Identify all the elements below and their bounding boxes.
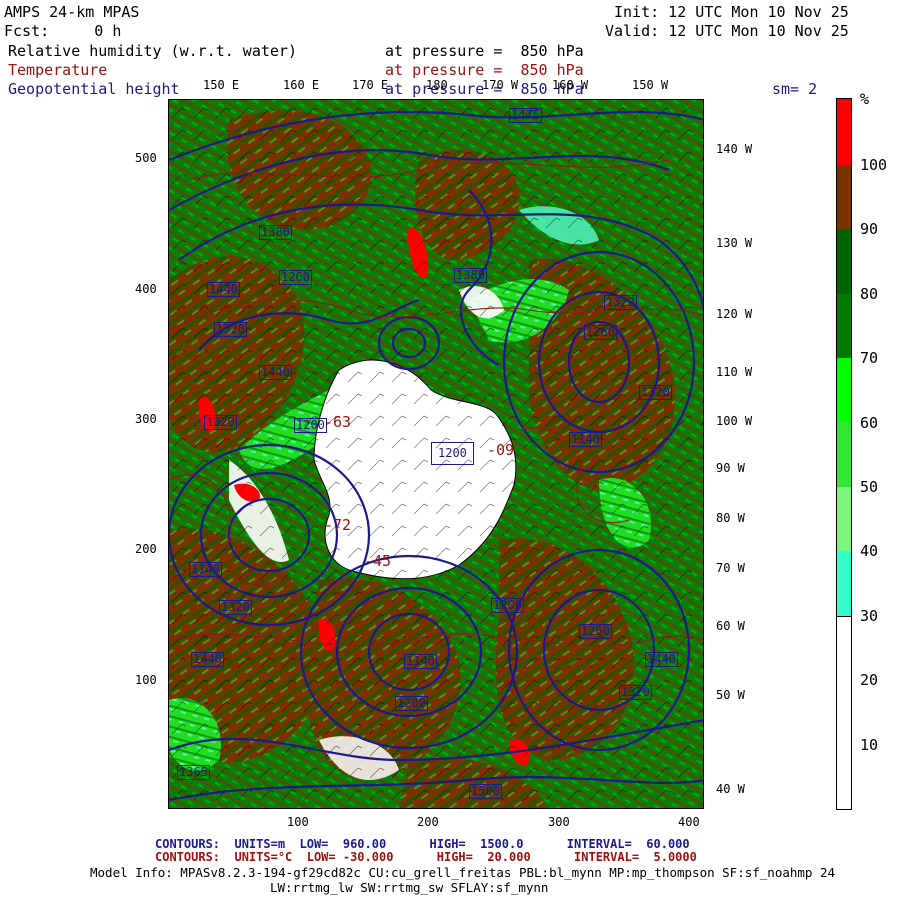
height-contour-label: 1380 [454,268,487,283]
temperature-label: -09 [487,441,515,459]
y-tick-label: 500 [135,151,157,165]
colorbar-label: 30 [860,607,879,625]
height-contour-label: 1260 [279,270,312,285]
colorbar-swatch-70 [837,294,851,358]
colorbar-swatch-40 [837,487,851,551]
init-time: Init: 12 UTC Mon 10 Nov 25 [614,3,849,21]
height-contour-label: 1200 [431,442,474,465]
height-contour-label: 1260 [579,624,612,639]
colorbar-label: 60 [860,414,879,432]
right-lon-label: 60 W [716,619,745,633]
right-lon-label: 40 W [716,782,745,796]
colorbar-label: 20 [860,671,879,689]
model-info: Model Info: MPASv8.2.3-194-gf29cd82c CU:… [90,865,836,880]
top-lon-label: 170 E [352,78,389,92]
colorbar-label: 80 [860,285,879,303]
height-contour-label: 1440 [207,282,240,297]
right-lon-label: 80 W [716,511,745,525]
right-lon-label: 90 W [716,461,745,475]
colorbar-label: 10 [860,736,879,754]
colorbar-swatch-100 [837,99,851,165]
field-temp-level: at pressure = 850 hPa [385,61,584,79]
top-lon-label: 150 E [203,78,240,92]
height-contour-label: 1200 [395,696,428,711]
height-contour-label: 1320 [214,322,247,337]
rh-map: 1475 1380 1260 1440 1320 1440 1320 1200 … [168,99,704,809]
top-lon-label: 160 W [552,78,589,92]
right-lon-label: 70 W [716,561,745,575]
x-tick-label: 200 [417,815,439,829]
temperature-label: -63 [324,413,352,431]
height-contour-label: 1320 [639,385,672,400]
height-contour-label: 1440 [645,652,678,667]
top-lon-label: 160 E [283,78,320,92]
field-rh-level: at pressure = 850 hPa [385,42,584,60]
colorbar-label: 70 [860,349,879,367]
x-tick-label: 400 [678,815,700,829]
temperature-label: -72 [324,516,352,534]
height-contour-label: 1140 [189,562,222,577]
right-lon-label: 50 W [716,688,745,702]
height-contour-label: 1440 [259,365,292,380]
height-contour-label: 1320 [219,600,252,615]
height-contour-label: 1200 [294,418,327,433]
height-contour-label: 1140 [404,654,437,669]
colorbar-swatch-60 [837,358,851,422]
colorbar-label: 50 [860,478,879,496]
right-lon-label: 140 W [716,142,753,156]
valid-time: Valid: 12 UTC Mon 10 Nov 25 [605,22,849,40]
colorbar-label: 40 [860,542,879,560]
colorbar-swatch-10 [837,680,851,809]
height-contour-label: 1140 [569,432,602,447]
colorbar-swatch-90 [837,165,851,229]
right-lon-label: 130 W [716,236,753,250]
height-contour-label: 1475 [509,108,542,123]
y-tick-label: 200 [135,542,157,556]
field-rh-name: Relative humidity (w.r.t. water) [8,42,297,60]
y-tick-label: 100 [135,673,157,687]
model-info-physics: LW:rrtmg_lw SW:rrtmg_sw SFLAY:sf_mynn [270,880,549,895]
height-contour-label: 1260 [584,325,617,340]
height-contour-label: 1500 [469,784,502,799]
colorbar-label: 100 [860,156,888,174]
top-lon-label: 180 [426,78,448,92]
field-height-name: Geopotential height [8,80,180,98]
height-contour-label: 1320 [604,295,637,310]
right-lon-label: 110 W [716,365,753,379]
colorbar-swatch-80 [837,229,851,294]
smoothing-label: sm= 2 [772,80,818,98]
height-contour-label: 1440 [191,652,224,667]
temperature-contour-info: CONTOURS: UNITS=°C LOW= -30.000 HIGH= 20… [155,850,697,864]
height-contour-label: 1365 [177,765,210,780]
height-contour-label: 1380 [259,225,292,240]
top-lon-label: 150 W [632,78,669,92]
height-contour-label: 1320 [204,415,237,430]
height-contour-label: 1320 [619,685,652,700]
x-tick-label: 300 [548,815,570,829]
field-temp-name: Temperature [8,61,108,79]
top-lon-label: 170 W [482,78,519,92]
colorbar-swatch-30 [837,551,851,616]
forecast-hour: Fcst: 0 h [4,22,122,40]
right-lon-label: 120 W [716,307,753,321]
model-title: AMPS 24-km MPAS [4,3,140,21]
x-tick-label: 100 [287,815,309,829]
colorbar-swatch-50 [837,422,851,487]
colorbar [836,98,852,810]
colorbar-swatch-20 [837,616,851,680]
y-tick-label: 300 [135,412,157,426]
right-lon-label: 100 W [716,414,753,428]
y-tick-label: 400 [135,282,157,296]
temperature-label: -45 [364,552,392,570]
colorbar-label: 90 [860,220,879,238]
height-contour-label: 1200 [491,598,524,613]
colorbar-unit: % [860,90,870,108]
